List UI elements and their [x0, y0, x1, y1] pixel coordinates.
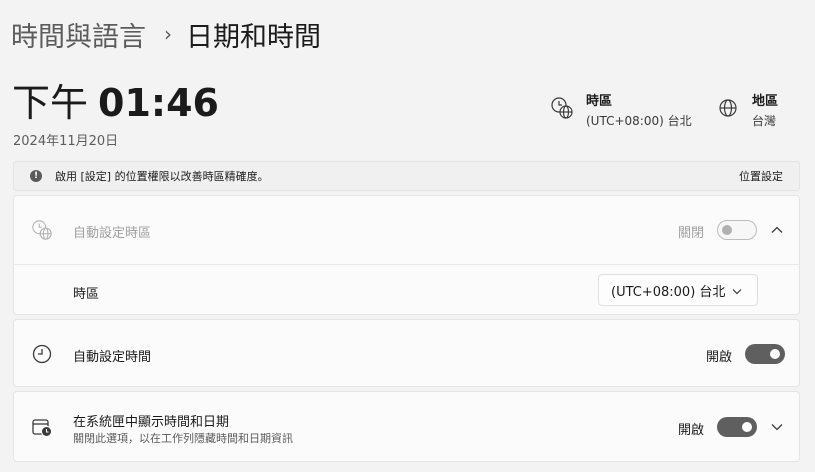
banner-text: 啟用 [設定] 的位置權限以改善時區精確度。 [55, 170, 269, 183]
timezone-value: (UTC+08:00) 台北 [586, 114, 692, 128]
timezone-select-label: 時區 [73, 287, 100, 302]
timezone-summary: 時區 (UTC+08:00) 台北 [550, 90, 692, 129]
clock-icon [32, 344, 52, 364]
page-title: 日期和時間 [186, 21, 321, 53]
auto-time-label: 自動設定時間 [73, 350, 152, 365]
clock-globe-icon [551, 97, 573, 119]
chevron-up-icon[interactable] [770, 223, 784, 237]
toggle-knob [722, 225, 732, 235]
timezone-select-row: 時區 (UTC+08:00) 台北 [14, 265, 799, 315]
timezone-dropdown[interactable]: (UTC+08:00) 台北 [598, 274, 758, 306]
current-date: 2024年11月20日 [13, 134, 119, 149]
tray-time-label: 在系統匣中顯示時間和日期 [73, 415, 230, 430]
timezone-dropdown-value: (UTC+08:00) 台北 [611, 284, 726, 300]
tray-time-state: 開啟 [678, 423, 705, 438]
breadcrumb-separator: › [164, 22, 172, 46]
location-permission-banner: ! 啟用 [設定] 的位置權限以改善時區精確度。 位置設定 [13, 161, 800, 191]
globe-icon [719, 99, 737, 117]
auto-time-toggle[interactable] [745, 344, 785, 364]
clock-globe-icon [32, 220, 52, 240]
calendar-clock-icon [32, 419, 52, 437]
auto-timezone-label: 自動設定時區 [73, 226, 152, 241]
tray-time-toggle[interactable] [717, 417, 757, 437]
time-value: 01:46 [98, 81, 219, 125]
region-summary: 地區 台灣 [716, 90, 778, 129]
timezone-title: 時區 [586, 94, 613, 109]
chevron-down-icon [732, 289, 742, 295]
breadcrumb: 時間與語言 › 日期和時間 [11, 14, 321, 54]
auto-timezone-toggle[interactable] [717, 220, 757, 240]
location-settings-link[interactable]: 位置設定 [739, 168, 783, 184]
auto-timezone-card: 自動設定時區 關閉 時區 (UTC+08:00) 台北 [13, 195, 800, 315]
region-title: 地區 [752, 94, 779, 109]
auto-timezone-state: 關閉 [678, 226, 705, 241]
toggle-knob [770, 349, 780, 359]
auto-time-state: 開啟 [706, 350, 733, 365]
tray-time-card: 在系統匣中顯示時間和日期 關閉此選項，以在工作列隱藏時間和日期資訊 開啟 [13, 391, 800, 462]
auto-timezone-row[interactable]: 自動設定時區 關閉 [14, 196, 799, 264]
toggle-knob [742, 422, 752, 432]
tray-time-description: 關閉此選項，以在工作列隱藏時間和日期資訊 [73, 432, 293, 445]
auto-time-card: 自動設定時間 開啟 [13, 319, 800, 387]
chevron-down-icon[interactable] [770, 420, 784, 434]
current-time: 下午 01:46 [12, 80, 219, 126]
ampm-label: 下午 [12, 81, 89, 125]
breadcrumb-parent[interactable]: 時間與語言 [11, 15, 146, 54]
info-icon: ! [30, 170, 42, 182]
region-value: 台灣 [752, 114, 777, 128]
